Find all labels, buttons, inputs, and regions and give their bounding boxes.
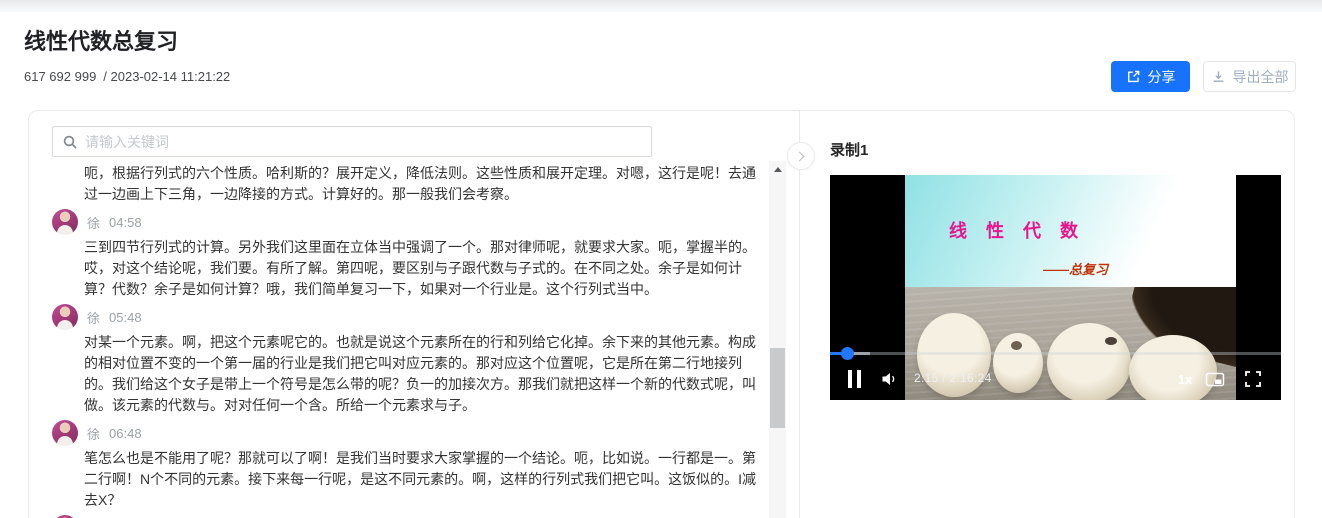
- speaker-name: 徐: [87, 213, 100, 232]
- entry-header: 徐 06:48: [52, 419, 766, 447]
- avatar: [52, 209, 78, 235]
- avatar: [52, 420, 78, 446]
- meeting-meta: 617 692 999 / 2023-02-14 11:21:22: [24, 69, 230, 84]
- video-player: 线 性 代 数 ——总复习: [830, 175, 1281, 400]
- scroll-up-arrow[interactable]: [769, 161, 786, 177]
- header-actions: 分享 导出全部: [1111, 61, 1296, 92]
- playback-speed-button[interactable]: 1x: [1172, 369, 1198, 389]
- transcript-entry: 徐 05:48 对某一个元素。啊，把这个元素呢它的。也就是说这个元素所在的行和列…: [52, 303, 766, 416]
- chevron-right-icon: [795, 151, 805, 161]
- picture-in-picture-button[interactable]: [1204, 369, 1226, 389]
- video-slide: 线 性 代 数 ——总复习: [905, 175, 1236, 287]
- entry-timestamp: 04:58: [109, 215, 142, 230]
- avatar: [52, 304, 78, 330]
- volume-icon: [880, 371, 900, 387]
- entry-header: 徐 04:58: [52, 208, 766, 236]
- share-button-label: 分享: [1148, 67, 1176, 87]
- entry-timestamp: 05:48: [109, 310, 142, 325]
- speaker-name: 徐: [87, 308, 100, 327]
- seek-bar-thumb[interactable]: [841, 347, 854, 360]
- entry-header: 徐 05:48: [52, 303, 766, 331]
- transcript-pane: 呃，根据行列式的六个性质。哈利斯的？展开定义，降低法则。这些性质和展开定理。对嗯…: [29, 111, 800, 518]
- entry-text[interactable]: 笔怎么也是不能用了呢？那就可以了啊！是我们当时要求大家掌握的一个结论。呃，比如说…: [84, 448, 762, 511]
- speaker-name: 徐: [87, 424, 100, 443]
- meeting-datetime: / 2023-02-14 11:21:22: [103, 69, 230, 84]
- seek-bar[interactable]: [830, 352, 1281, 355]
- collapse-panel-button[interactable]: [787, 142, 815, 170]
- fullscreen-button[interactable]: [1242, 369, 1264, 389]
- entry-text[interactable]: 对某一个元素。啊，把这个元素呢它的。也就是说这个元素所在的行和列给它化掉。余下来…: [84, 332, 762, 416]
- transcript-entry: 徐 04:58 三到四节行列式的计算。另外我们这里面在立体当中强调了一个。那对律…: [52, 208, 766, 300]
- slide-subtitle: ——总复习: [1043, 259, 1108, 278]
- transcript-list: 呃，根据行列式的六个性质。哈利斯的？展开定义，降低法则。这些性质和展开定理。对嗯…: [52, 163, 766, 518]
- transcript-text-partial[interactable]: 呃，根据行列式的六个性质。哈利斯的？展开定义，降低法则。这些性质和展开定理。对嗯…: [84, 163, 762, 205]
- player-controls: 2:15 / 2:16:24 1x: [830, 365, 1281, 395]
- top-strip: [0, 0, 1322, 12]
- main-panel: 呃，根据行列式的六个性质。哈利斯的？展开定义，降低法则。这些性质和展开定理。对嗯…: [28, 110, 1295, 518]
- transcript-entry: 徐 06:48 笔怎么也是不能用了呢？那就可以了啊！是我们当时要求大家掌握的一个…: [52, 419, 766, 511]
- meeting-id: 617 692 999: [24, 69, 96, 84]
- recording-title: 录制1: [830, 139, 868, 160]
- slide-title: 线 性 代 数: [949, 217, 1085, 243]
- fullscreen-icon: [1244, 370, 1262, 388]
- transcript-entry: 徐 08:17: [52, 514, 766, 518]
- export-all-button[interactable]: 导出全部: [1203, 61, 1296, 92]
- download-icon: [1211, 69, 1226, 84]
- page-title: 线性代数总复习: [24, 24, 178, 56]
- share-icon: [1126, 69, 1141, 84]
- pip-icon: [1205, 371, 1225, 388]
- volume-button[interactable]: [878, 369, 902, 389]
- entry-text[interactable]: 三到四节行列式的计算。另外我们这里面在立体当中强调了一个。那对律师呢，就要求大家…: [84, 237, 762, 300]
- scrollbar-thumb[interactable]: [770, 348, 785, 428]
- search-icon: [62, 134, 78, 150]
- time-display: 2:15 / 2:16:24: [914, 371, 992, 385]
- search-input[interactable]: [85, 134, 642, 150]
- search-box: [52, 126, 652, 157]
- transcript-scrollbar[interactable]: [769, 161, 786, 518]
- pause-button[interactable]: [844, 369, 864, 389]
- export-all-button-label: 导出全部: [1233, 67, 1289, 87]
- share-button[interactable]: 分享: [1111, 61, 1190, 92]
- entry-header: 徐 08:17: [52, 514, 766, 518]
- entry-timestamp: 06:48: [109, 426, 142, 441]
